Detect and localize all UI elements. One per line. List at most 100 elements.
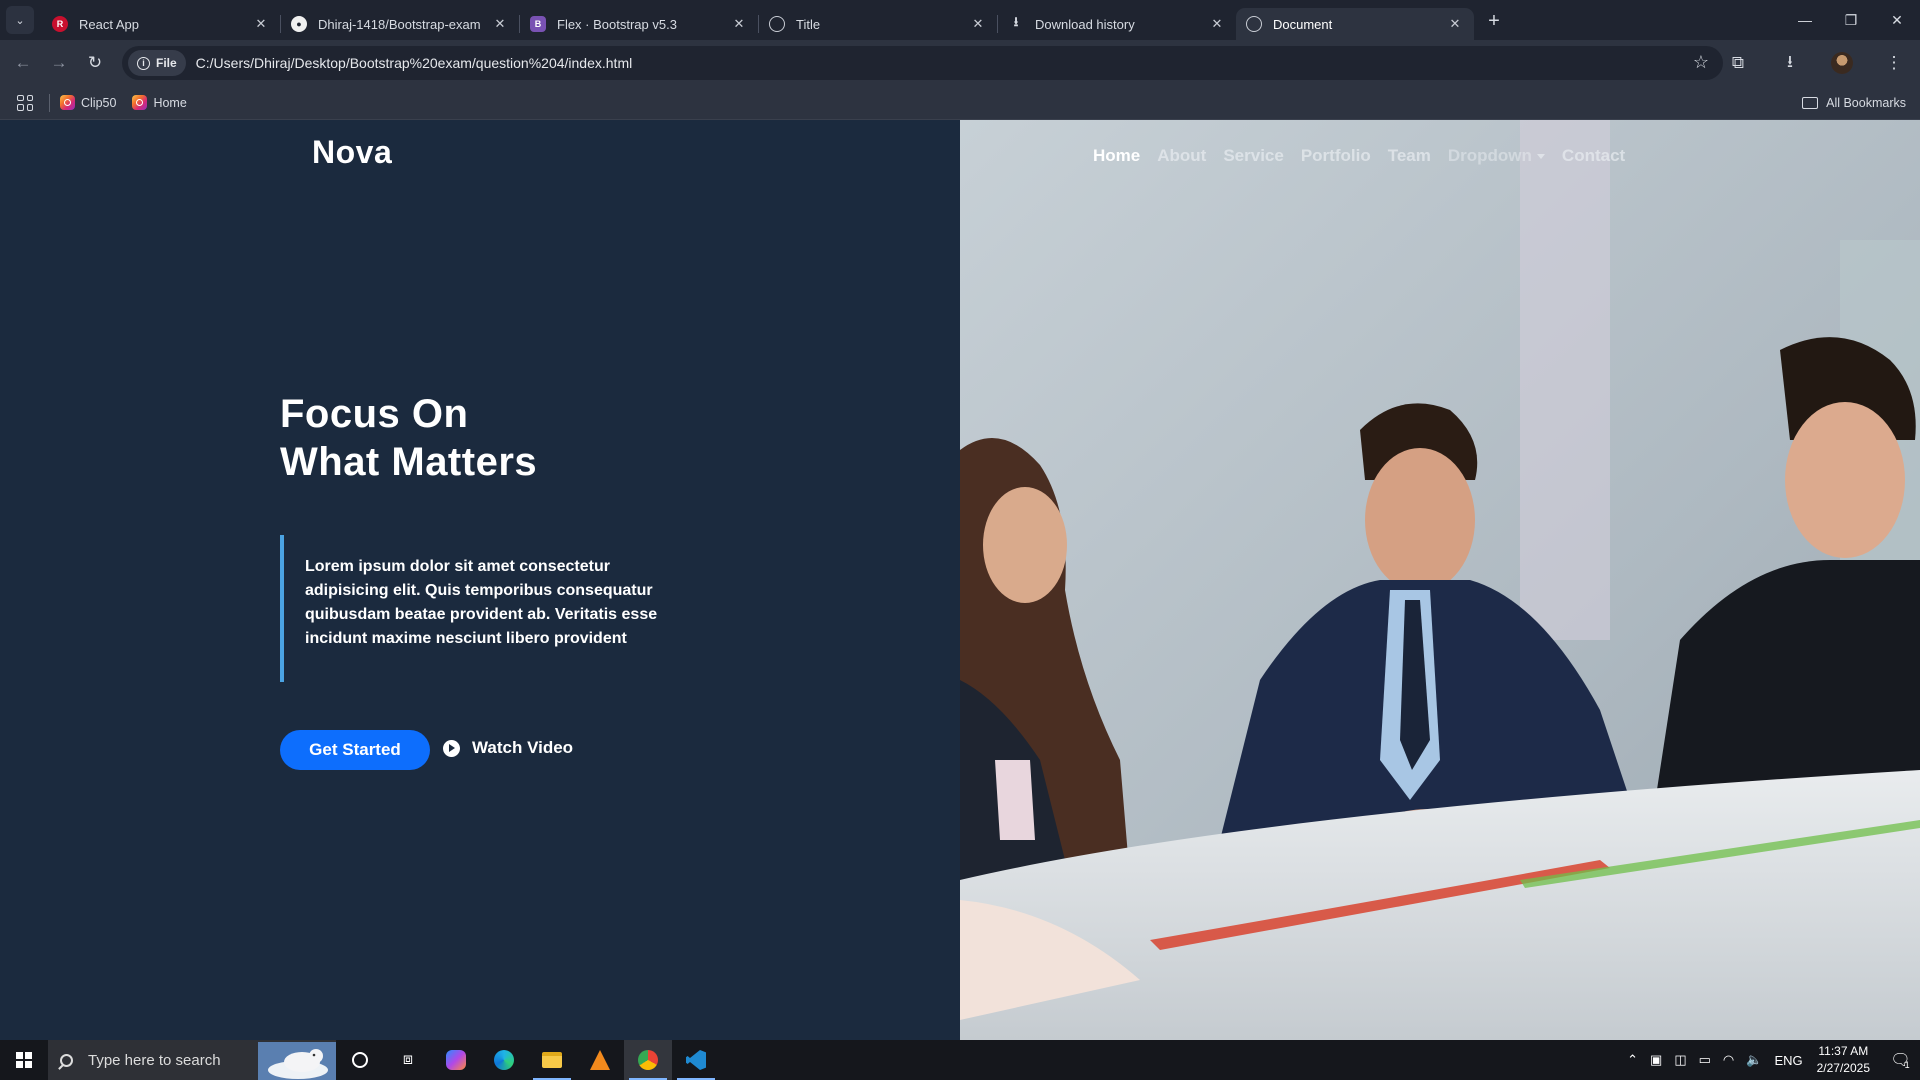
browser-toolbar: ← → ↻ i File C:/Users/Dhiraj/Desktop/Boo… [0,40,1920,86]
start-button[interactable] [0,1040,48,1080]
vscode-app[interactable] [672,1040,720,1080]
close-icon[interactable]: ✕ [1208,16,1226,32]
tab-search-button[interactable]: ⌄ [6,6,34,34]
chevron-up-icon[interactable]: ⌃ [1627,1052,1638,1068]
nav-contact[interactable]: Contact [1562,146,1625,166]
nav-service[interactable]: Service [1223,146,1284,166]
github-icon: ● [291,16,307,32]
menu-button[interactable]: ⋮ [1876,45,1912,81]
cortana-button[interactable] [336,1040,384,1080]
close-icon[interactable]: ✕ [1446,16,1464,32]
vlc-icon [590,1050,610,1070]
nav-about[interactable]: About [1157,146,1206,166]
notification-center-button[interactable]: 🗨 1 [1880,1040,1920,1080]
hero-paragraph: Lorem ipsum dolor sit amet consectetur a… [305,558,658,647]
site-info-chip[interactable]: i File [128,50,186,76]
close-icon[interactable]: ✕ [252,16,270,32]
nav-dropdown-label: Dropdown [1447,146,1532,165]
search-highlight-icon [258,1042,336,1080]
bookmark-home[interactable]: Home [132,95,187,110]
brand-logo[interactable]: Nova [312,134,392,171]
meet-now-icon[interactable]: ◫ [1674,1052,1686,1068]
downloads-button[interactable]: ⭳ [1772,45,1808,81]
volume-icon[interactable]: 🔈 [1746,1052,1762,1068]
caret-down-icon [1536,154,1545,160]
globe-icon [769,16,785,32]
nav-home[interactable]: Home [1093,146,1140,166]
get-started-button[interactable]: Get Started [280,730,430,770]
nav-portfolio[interactable]: Portfolio [1301,146,1371,166]
hero-headline: Focus On What Matters [280,390,537,486]
reload-button[interactable]: ↻ [78,46,112,80]
window-controls: — ❐ ✕ [1782,0,1920,40]
file-explorer-icon [542,1052,562,1068]
watch-video-label: Watch Video [472,738,574,757]
headline-line-1: Focus On [280,392,469,436]
arrow-right-icon: → [50,53,68,72]
forward-button[interactable]: → [42,46,76,80]
close-icon[interactable]: ✕ [730,16,748,32]
copilot-app[interactable] [432,1040,480,1080]
avatar [1831,52,1853,74]
cortana-icon [352,1052,368,1068]
vlc-app[interactable] [576,1040,624,1080]
tab-title-page[interactable]: Title ✕ [759,8,997,40]
bookmark-label: Clip50 [81,95,117,110]
clock-time: 11:37 AM [1818,1044,1869,1058]
close-icon[interactable]: ✕ [969,16,987,32]
extensions-button[interactable]: ⧉ [1720,45,1756,81]
instagram-icon [132,95,148,110]
copilot-icon [446,1050,466,1070]
arrow-left-icon: ← [14,53,32,72]
file-explorer-app[interactable] [528,1040,576,1080]
minimize-button[interactable]: — [1782,0,1828,40]
web-page: Nova Home About Service Portfolio Team D… [0,120,1920,1040]
new-tab-button[interactable]: + [1480,7,1508,35]
language-indicator[interactable]: ENG [1774,1053,1802,1068]
minimize-icon: — [1798,12,1812,28]
reload-icon: ↻ [87,53,103,72]
bookmark-clip50[interactable]: Clip50 [60,95,116,110]
taskbar-search[interactable]: Type here to search [48,1040,336,1080]
download-icon: ⭳ [1787,51,1793,71]
kebab-menu-icon: ⋮ [1885,53,1903,72]
url-text[interactable]: C:/Users/Dhiraj/Desktop/Bootstrap%20exam… [196,55,633,71]
profile-button[interactable] [1824,45,1860,81]
search-placeholder: Type here to search [88,1051,221,1069]
tab-document[interactable]: Document ✕ [1236,8,1474,40]
apps-grid-icon[interactable] [17,94,33,111]
puzzle-icon: ⧉ [1731,53,1745,72]
search-icon [60,1053,73,1067]
clock[interactable]: 11:37 AM 2/27/2025 [1817,1043,1870,1077]
back-button[interactable]: ← [6,46,40,80]
nav-team[interactable]: Team [1388,146,1431,166]
toolbar-actions: ⧉ ⭳ ⋮ [1712,40,1920,86]
edge-app[interactable] [480,1040,528,1080]
watch-video-link[interactable]: Watch Video [443,738,573,758]
hero-photo [960,120,1920,1040]
task-view-button[interactable]: ⧈ [384,1040,432,1080]
tab-bootstrap[interactable]: B Flex · Bootstrap v5.3 ✕ [520,8,758,40]
globe-icon [1246,16,1262,32]
close-window-button[interactable]: ✕ [1874,0,1920,40]
task-view-icon: ⧈ [402,1051,414,1068]
system-tray: ⌃ ▣ ◫ ▭ ◠ 🔈 ENG 11:37 AM 2/27/2025 🗨 1 [1621,1040,1920,1080]
tab-react-app[interactable]: R React App ✕ [42,8,280,40]
battery-icon[interactable]: ▭ [1699,1052,1711,1068]
address-bar[interactable]: i File C:/Users/Dhiraj/Desktop/Bootstrap… [122,46,1723,80]
play-circle-icon [443,739,460,757]
tab-github[interactable]: ● Dhiraj-1418/Bootstrap-exam ✕ [281,8,519,40]
security-icon[interactable]: ▣ [1650,1052,1662,1068]
tab-download-history[interactable]: ⭳ Download history ✕ [998,8,1236,40]
bookmark-star-icon[interactable]: ☆ [1693,52,1709,73]
wifi-icon[interactable]: ◠ [1723,1052,1734,1068]
all-bookmarks-button[interactable]: All Bookmarks [1802,96,1906,110]
close-icon[interactable]: ✕ [491,16,509,32]
chrome-app[interactable] [624,1040,672,1080]
bookmark-label: Home [153,95,187,110]
chrome-icon [638,1050,658,1070]
restore-button[interactable]: ❐ [1828,0,1874,40]
hero-paragraph-block: Lorem ipsum dolor sit amet consectetur a… [280,535,680,682]
nav-dropdown[interactable]: Dropdown [1448,146,1545,166]
folder-icon [1802,96,1819,109]
